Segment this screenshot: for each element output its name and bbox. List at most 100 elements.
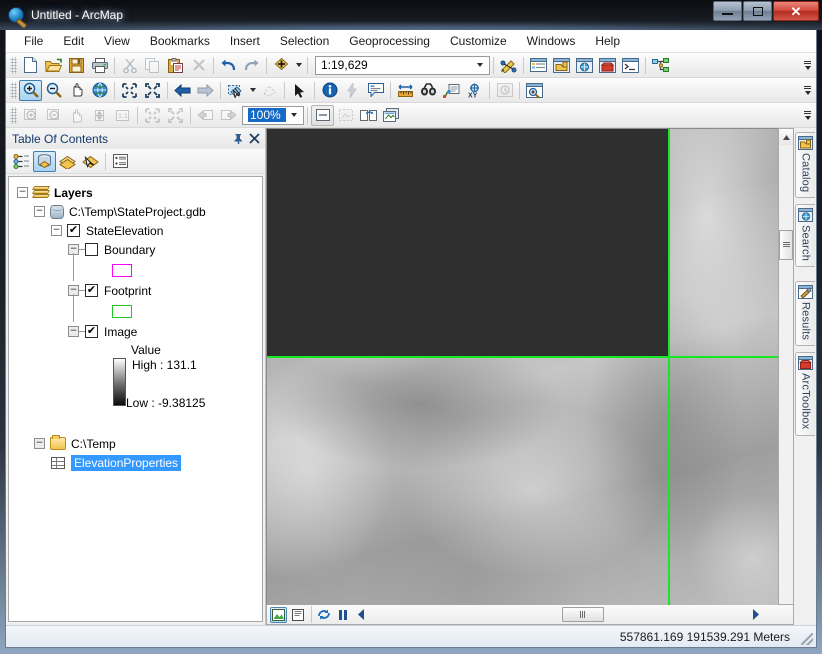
data-view-icon[interactable] [270, 606, 287, 623]
go-back-extent-icon[interactable] [171, 80, 194, 101]
expander-icon[interactable]: − [68, 326, 79, 337]
maximize-button[interactable] [743, 1, 772, 21]
layer-checkbox-image[interactable]: ✔ [85, 325, 98, 338]
html-popup-icon[interactable] [364, 80, 387, 101]
hyperlink-icon[interactable] [341, 80, 364, 101]
layer-checkbox-stateelevation[interactable]: ✔ [67, 224, 80, 237]
editor-toolbar-icon[interactable] [497, 55, 520, 76]
new-map-icon[interactable] [19, 55, 42, 76]
select-features-icon[interactable] [224, 80, 247, 101]
select-features-dropdown[interactable] [247, 80, 258, 101]
toolbar-grip[interactable] [10, 81, 17, 99]
clear-selection-icon[interactable] [258, 80, 281, 101]
go-forward-extent-page-icon[interactable] [217, 105, 240, 126]
copy-icon[interactable] [141, 55, 164, 76]
menu-file[interactable]: File [14, 31, 53, 51]
close-button[interactable]: ✕ [773, 1, 819, 21]
tools-toolbar-overflow[interactable] [801, 80, 814, 100]
go-to-xy-icon[interactable]: XY [463, 80, 486, 101]
layout-pan-icon[interactable] [65, 105, 88, 126]
layer-checkbox-boundary[interactable] [85, 243, 98, 256]
map-horizontal-scrollbar[interactable] [372, 607, 793, 622]
layer-checkbox-footprint[interactable]: ✔ [85, 284, 98, 297]
zoom-in-icon[interactable] [19, 79, 42, 101]
map-vertical-scrollbar[interactable] [778, 128, 794, 605]
arctoolbox-icon[interactable] [596, 55, 619, 76]
menu-geoprocessing[interactable]: Geoprocessing [339, 31, 440, 51]
python-window-icon[interactable] [619, 55, 642, 76]
pan-icon[interactable] [65, 80, 88, 101]
tree-node-image[interactable]: − ✔ Image [9, 322, 262, 341]
select-elements-icon[interactable] [288, 80, 311, 101]
list-by-source-icon[interactable] [33, 150, 56, 172]
menu-edit[interactable]: Edit [53, 31, 94, 51]
create-viewer-window-icon[interactable] [523, 80, 546, 101]
add-data-icon[interactable] [270, 55, 293, 76]
go-back-extent-page-icon[interactable] [194, 105, 217, 126]
layout-zoom-combo[interactable]: 100% [242, 105, 304, 125]
paste-icon[interactable] [164, 55, 187, 76]
full-extent-icon[interactable] [88, 80, 111, 101]
dock-tab-results[interactable]: Results [795, 281, 815, 347]
menu-view[interactable]: View [94, 31, 140, 51]
toolbar-grip[interactable] [10, 106, 17, 124]
expander-icon[interactable]: − [17, 187, 28, 198]
toolbar-grip[interactable] [10, 56, 17, 74]
tree-node-folder[interactable]: − C:\Temp [9, 434, 262, 453]
expander-icon[interactable]: − [34, 438, 45, 449]
vertical-scroll-thumb[interactable] [779, 230, 793, 260]
resize-grip[interactable] [801, 633, 813, 645]
refresh-view-icon[interactable] [315, 607, 332, 623]
layout-zoom-in-icon[interactable] [19, 105, 42, 126]
fixed-zoom-out-icon[interactable] [141, 80, 164, 101]
tree-node-table[interactable]: ElevationProperties [9, 453, 262, 472]
dock-tab-catalog[interactable]: Catalog [795, 132, 815, 199]
toc-tree[interactable]: − Layers − C:\Temp\StateProject.gdb − ✔ … [8, 176, 263, 622]
print-icon[interactable] [88, 55, 111, 76]
menu-help[interactable]: Help [585, 31, 630, 51]
fixed-zoom-in-icon[interactable] [118, 80, 141, 101]
menu-windows[interactable]: Windows [517, 31, 586, 51]
chevron-down-icon[interactable] [472, 63, 487, 67]
delete-icon[interactable] [187, 55, 210, 76]
menu-insert[interactable]: Insert [220, 31, 270, 51]
scroll-up-icon[interactable] [779, 129, 793, 145]
focus-data-frame-icon[interactable] [334, 105, 357, 126]
find-route-icon[interactable] [440, 80, 463, 101]
tree-node-boundary[interactable]: − Boundary [9, 240, 262, 259]
identify-icon[interactable] [318, 80, 341, 101]
zoom-100-percent-icon[interactable]: 1:1 [111, 105, 134, 126]
chevron-down-icon[interactable] [286, 113, 301, 117]
fixed-zoom-out-page-icon[interactable] [164, 105, 187, 126]
catalog-window-icon[interactable] [550, 55, 573, 76]
measure-icon[interactable] [394, 80, 417, 101]
zoom-whole-page-icon[interactable] [88, 105, 111, 126]
tree-node-layers[interactable]: − Layers [9, 183, 262, 202]
toggle-draft-mode-icon[interactable] [311, 104, 334, 126]
map-scale-combo[interactable]: 1:19,629 [315, 55, 490, 75]
open-icon[interactable] [42, 55, 65, 76]
table-of-contents-icon[interactable] [527, 55, 550, 76]
find-icon[interactable] [417, 80, 440, 101]
close-icon[interactable] [246, 131, 262, 147]
menu-customize[interactable]: Customize [440, 31, 517, 51]
expander-icon[interactable]: − [51, 225, 62, 236]
list-by-drawing-order-icon[interactable] [10, 151, 33, 172]
options-icon[interactable] [109, 151, 132, 172]
minimize-button[interactable] [713, 1, 742, 21]
change-layout-icon[interactable] [357, 105, 380, 126]
layout-zoom-out-icon[interactable] [42, 105, 65, 126]
pin-icon[interactable] [230, 131, 246, 147]
pause-drawing-icon[interactable] [334, 607, 351, 623]
layout-view-icon[interactable] [289, 607, 306, 623]
tree-node-stateelevation[interactable]: − ✔ StateElevation [9, 221, 262, 240]
add-data-dropdown[interactable] [293, 55, 304, 76]
go-forward-extent-icon[interactable] [194, 80, 217, 101]
expander-icon[interactable]: − [34, 206, 45, 217]
scroll-left-icon[interactable] [353, 607, 370, 623]
cut-icon[interactable] [118, 55, 141, 76]
time-slider-icon[interactable] [493, 80, 516, 101]
horizontal-scroll-thumb[interactable] [561, 607, 604, 622]
dock-tab-arctoolbox[interactable]: ArcToolbox [795, 352, 815, 436]
undo-icon[interactable] [217, 55, 240, 76]
